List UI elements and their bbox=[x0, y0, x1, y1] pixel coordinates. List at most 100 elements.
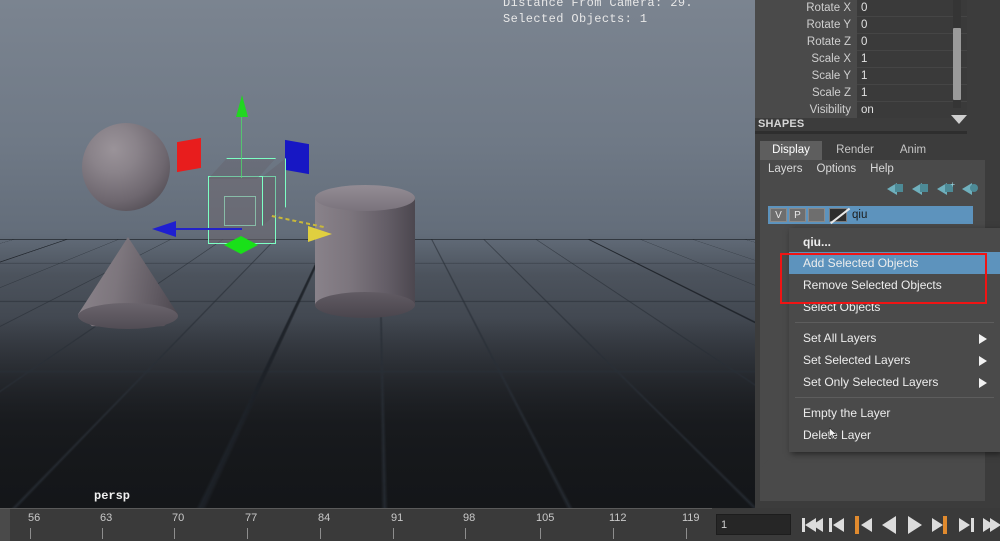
channel-value[interactable]: 1 bbox=[857, 68, 967, 85]
menu-item-set-only-selected-layers[interactable]: Set Only Selected Layers bbox=[789, 371, 1000, 393]
timeline-tick-mark bbox=[320, 528, 321, 539]
next-key-button[interactable] bbox=[930, 514, 952, 535]
prev-key-button[interactable] bbox=[852, 514, 874, 535]
manipulator-z-axis-arrow[interactable] bbox=[152, 221, 176, 237]
manipulator-z-axis-line bbox=[176, 228, 242, 230]
timeline-tick-mark bbox=[465, 528, 466, 539]
layer-type-toggle[interactable] bbox=[808, 208, 825, 222]
layer-menu-bar[interactable]: Layers Options Help bbox=[768, 160, 894, 178]
channel-box[interactable]: Rotate X 0 Rotate Y 0 Rotate Z 0 Scale X… bbox=[755, 0, 970, 132]
layer-prev-icon[interactable] bbox=[887, 182, 904, 195]
channel-row[interactable]: Scale Z 1 bbox=[755, 85, 967, 102]
layer-context-menu[interactable]: qiu... Add Selected Objects Remove Selec… bbox=[789, 228, 1000, 452]
menu-layers[interactable]: Layers bbox=[768, 163, 803, 175]
channel-row[interactable]: Rotate X 0 bbox=[755, 0, 967, 17]
channel-row[interactable]: Scale Y 1 bbox=[755, 68, 967, 85]
time-slider-playhead[interactable] bbox=[0, 509, 10, 541]
scene-object-cone-base bbox=[78, 303, 178, 329]
mouse-cursor-icon bbox=[829, 428, 837, 439]
timeline-tick-label: 112 bbox=[609, 512, 627, 524]
play-backwards-button[interactable] bbox=[878, 514, 900, 535]
channel-value[interactable]: 1 bbox=[857, 51, 967, 68]
channel-label: Rotate Y bbox=[755, 17, 857, 34]
scene-object-sphere[interactable] bbox=[82, 123, 170, 211]
layer-name-label[interactable]: qiu bbox=[852, 209, 867, 221]
channel-label: Visibility bbox=[755, 102, 857, 119]
menu-item-remove-selected-objects[interactable]: Remove Selected Objects bbox=[789, 274, 1000, 296]
submenu-arrow-icon bbox=[979, 356, 987, 366]
timeline-tick-mark bbox=[686, 528, 687, 539]
channel-value[interactable]: 0 bbox=[857, 34, 967, 51]
layer-editor-tabs[interactable]: Display Render Anim bbox=[760, 141, 990, 160]
menu-item-empty-the-layer[interactable]: Empty the Layer bbox=[789, 402, 1000, 424]
layer-new-from-selected-icon[interactable] bbox=[962, 182, 979, 195]
cube-inner-edge bbox=[224, 196, 256, 226]
channel-value[interactable]: 0 bbox=[857, 17, 967, 34]
hud-selected-objects: Selected Objects: 1 bbox=[503, 12, 648, 26]
menu-item-label: Set Selected Layers bbox=[803, 353, 911, 367]
layer-panel-bottom bbox=[760, 455, 985, 501]
channel-value[interactable]: 0 bbox=[857, 0, 967, 17]
layer-toolbar[interactable]: + bbox=[887, 180, 979, 195]
layer-new-icon[interactable]: + bbox=[937, 180, 955, 195]
menu-help[interactable]: Help bbox=[870, 163, 894, 175]
viewport-fade bbox=[0, 318, 755, 508]
timeline-tick-label: 91 bbox=[391, 512, 404, 524]
menu-item-label: Set All Layers bbox=[803, 331, 877, 345]
timeline-tick-mark bbox=[102, 528, 103, 539]
timeline-tick-label: 98 bbox=[463, 512, 476, 524]
channel-box-shapes-header[interactable]: SHAPES bbox=[755, 118, 970, 132]
manipulator-plane-blue[interactable] bbox=[285, 139, 309, 175]
menu-item-delete-layer[interactable]: Delete Layer bbox=[789, 424, 1000, 446]
panel-divider bbox=[755, 131, 967, 134]
tab-render[interactable]: Render bbox=[826, 141, 884, 160]
chevron-down-icon[interactable] bbox=[951, 115, 967, 124]
menu-item-add-selected-objects[interactable]: Add Selected Objects bbox=[789, 252, 1000, 274]
go-to-end-button[interactable] bbox=[982, 514, 1000, 535]
tab-display[interactable]: Display bbox=[760, 141, 822, 160]
channel-row[interactable]: Scale X 1 bbox=[755, 51, 967, 68]
timeline-tick-label: 105 bbox=[536, 512, 555, 524]
step-forward-frame-button[interactable] bbox=[956, 514, 978, 535]
channel-row[interactable]: Rotate Y 0 bbox=[755, 17, 967, 34]
channel-label: Scale Z bbox=[755, 85, 857, 102]
viewport-3d[interactable]: Distance From Camera: 29. Selected Objec… bbox=[0, 0, 755, 508]
layer-color-swatch-icon[interactable] bbox=[829, 208, 847, 222]
menu-item-set-all-layers[interactable]: Set All Layers bbox=[789, 327, 1000, 349]
manipulator-plane-red[interactable] bbox=[177, 137, 201, 173]
menu-item-label: Set Only Selected Layers bbox=[803, 375, 939, 389]
scene-object-cylinder[interactable] bbox=[315, 197, 415, 305]
go-to-start-button[interactable] bbox=[800, 514, 823, 535]
timeline-tick-mark bbox=[393, 528, 394, 539]
current-frame-input[interactable]: 1 bbox=[716, 514, 791, 535]
step-back-frame-button[interactable] bbox=[826, 514, 848, 535]
channel-row[interactable]: Visibility on bbox=[755, 102, 967, 119]
manipulator-x-axis-arrow[interactable] bbox=[308, 226, 332, 242]
manipulator-y-axis-arrow[interactable] bbox=[236, 95, 248, 117]
layer-list-item-qiu[interactable]: V P qiu bbox=[768, 206, 973, 224]
layer-next-icon[interactable] bbox=[912, 182, 929, 195]
timeline-tick-mark bbox=[30, 528, 31, 539]
time-slider[interactable]: 56 63 70 77 84 91 98 105 112 119 bbox=[0, 508, 712, 541]
layer-visibility-toggle[interactable]: V bbox=[770, 208, 787, 222]
menu-options[interactable]: Options bbox=[817, 163, 857, 175]
play-forwards-button[interactable] bbox=[904, 514, 926, 535]
menu-item-set-selected-layers[interactable]: Set Selected Layers bbox=[789, 349, 1000, 371]
menu-separator bbox=[795, 397, 994, 398]
transport-controls[interactable] bbox=[800, 514, 1000, 535]
timeline-tick-label: 77 bbox=[245, 512, 258, 524]
tab-anim[interactable]: Anim bbox=[888, 141, 938, 160]
timeline-tick-mark bbox=[174, 528, 175, 539]
channel-value[interactable]: 1 bbox=[857, 85, 967, 102]
submenu-arrow-icon bbox=[979, 378, 987, 388]
context-menu-header: qiu... bbox=[803, 235, 831, 249]
scene-object-cylinder-top bbox=[315, 185, 415, 211]
menu-item-select-objects[interactable]: Select Objects bbox=[789, 296, 1000, 318]
channel-label: Scale X bbox=[755, 51, 857, 68]
layer-playback-toggle[interactable]: P bbox=[789, 208, 806, 222]
channel-box-scrollbar[interactable] bbox=[953, 28, 961, 100]
timeline-tick-label: 84 bbox=[318, 512, 331, 524]
timeline-tick-mark bbox=[613, 528, 614, 539]
channel-row[interactable]: Rotate Z 0 bbox=[755, 34, 967, 51]
viewport-camera-label: persp bbox=[94, 489, 131, 503]
